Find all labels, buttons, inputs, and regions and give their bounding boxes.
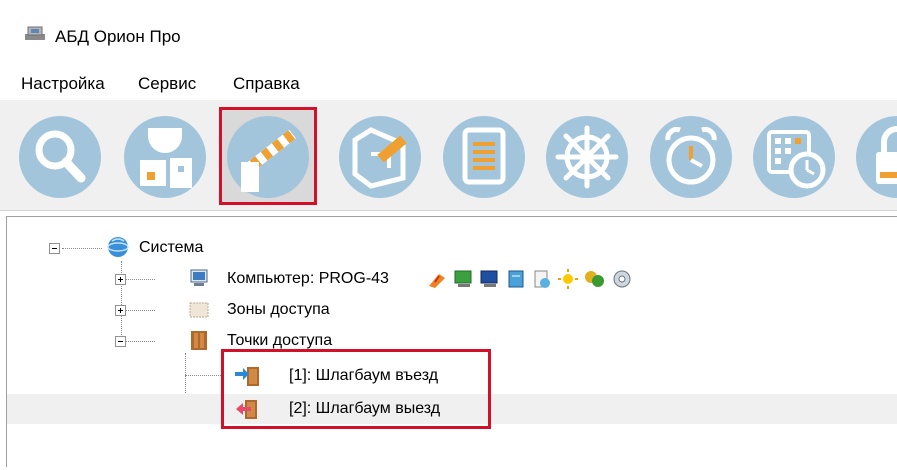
schedule-button[interactable] [748, 110, 840, 202]
tree-label-system: Система [139, 239, 204, 256]
title-bar: АБД Орион Про [0, 0, 897, 60]
book-icon [508, 270, 524, 288]
coins-icon [585, 271, 604, 287]
barrier-icon [227, 116, 309, 198]
lock-button[interactable] [851, 110, 897, 202]
search-icon [19, 116, 101, 198]
barrier-button[interactable] [219, 107, 317, 205]
tree-label-access-points: Точки доступа [227, 332, 333, 349]
app-icon [25, 26, 45, 40]
expand-toggle[interactable] [115, 274, 126, 285]
tree-row-zones[interactable]: Зоны доступа [7, 295, 897, 325]
menu-item-help[interactable]: Справка [233, 74, 300, 94]
tree-label-computer: Компьютер: PROG-43 [227, 270, 389, 287]
collapse-toggle[interactable] [115, 336, 126, 347]
monitor-green-icon [454, 270, 472, 287]
tree-row-computer[interactable]: Компьютер: PROG-43 [7, 264, 897, 294]
alarm-clock-button[interactable] [645, 110, 737, 202]
zone-icon [189, 302, 209, 318]
tree-label-zones: Зоны доступа [227, 301, 330, 318]
alarm-clock-icon [650, 116, 732, 198]
lock-icon [856, 116, 897, 198]
collapse-toggle[interactable] [49, 243, 60, 254]
fire-icon [429, 274, 445, 288]
tree-row-root[interactable]: Система [7, 233, 897, 263]
expand-toggle[interactable] [115, 305, 126, 316]
menu-item-settings[interactable]: Настройка [21, 74, 105, 94]
document-button[interactable] [438, 110, 530, 202]
menu-item-service[interactable]: Сервис [138, 74, 196, 94]
globe-icon [107, 237, 129, 257]
wheel-icon [546, 116, 628, 198]
disc-icon [613, 270, 631, 288]
highlight-frame [221, 349, 491, 429]
door-icon [191, 331, 207, 350]
toolbar [0, 100, 897, 211]
menu-bar: Настройка Сервис Справка [0, 66, 897, 100]
document-icon [443, 116, 525, 198]
search-button[interactable] [14, 110, 106, 202]
floor-plan-icon [339, 116, 421, 198]
window-title: АБД Орион Про [55, 27, 181, 46]
sun-icon [558, 269, 578, 289]
computer-icon [190, 269, 208, 286]
floor-plan-button[interactable] [334, 110, 426, 202]
wheel-button[interactable] [541, 110, 633, 202]
tree-view: Система Компьютер: PROG-43 Зоны доступа … [6, 216, 897, 467]
devices-button[interactable] [119, 110, 211, 202]
monitor-blue-icon [480, 270, 498, 287]
devices-icon [124, 116, 206, 198]
schedule-icon [753, 116, 835, 198]
report-icon [534, 270, 550, 288]
